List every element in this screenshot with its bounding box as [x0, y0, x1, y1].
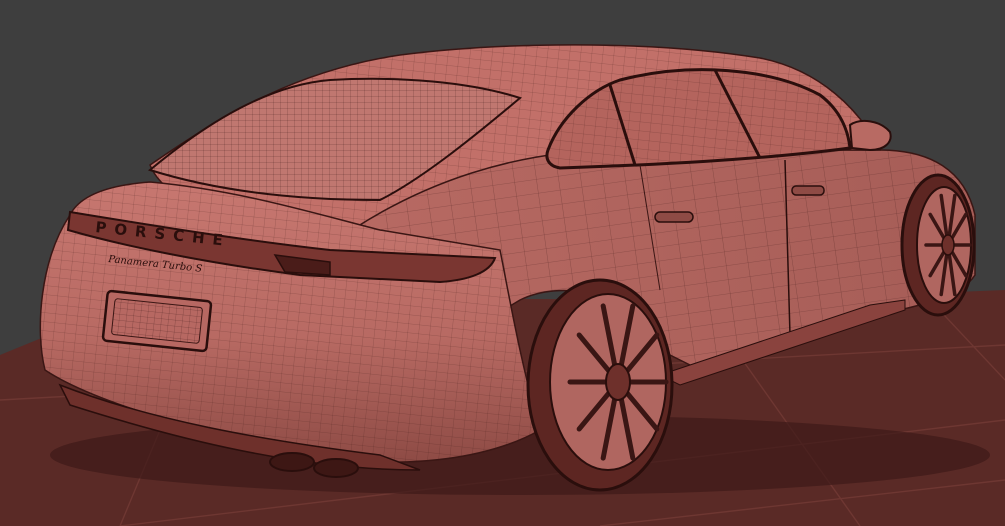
- exhaust-tip-right: [313, 458, 359, 478]
- 3d-viewport[interactable]: PORSCHE Panamera Turbo S: [0, 0, 1005, 526]
- side-mirror: [848, 119, 892, 152]
- front-door-handle: [791, 185, 825, 196]
- rear-wheel: [526, 278, 674, 492]
- front-wheel: [900, 173, 976, 317]
- exhaust-tip-left: [269, 452, 315, 472]
- rear-door-handle: [654, 211, 694, 223]
- car-wireframe-render: PORSCHE Panamera Turbo S: [0, 44, 1005, 526]
